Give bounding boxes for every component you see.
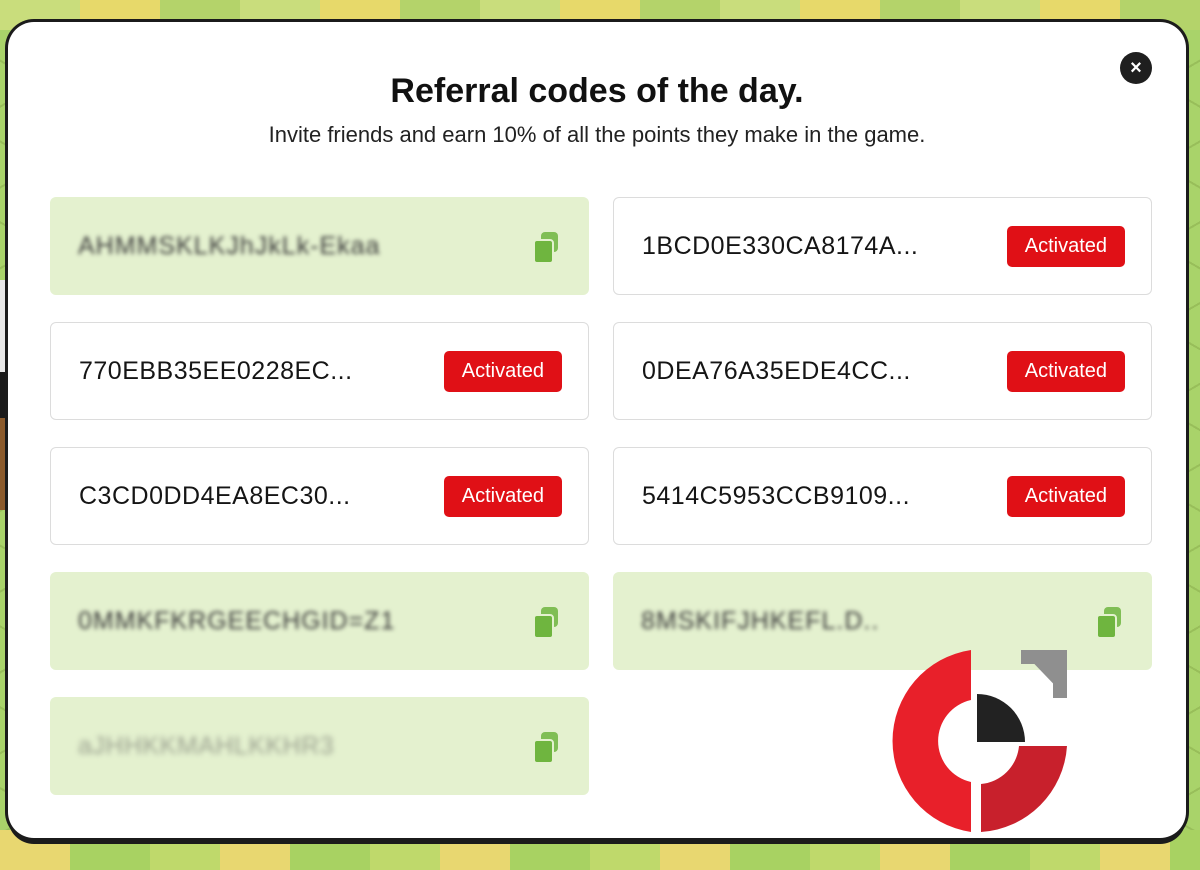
referral-code: 0DEA76A35EDE4CC... [642,356,911,385]
code-card-available[interactable]: aJHHKKMAHLKKHR3 [50,697,589,795]
code-card-activated: C3CD0DD4EA8EC30... Activated [50,447,589,545]
watermark-logo [892,650,1067,832]
activated-badge: Activated [443,475,562,517]
logo-dark-red-arc [981,746,1067,832]
activated-badge: Activated [1006,350,1125,392]
code-card-activated: 1BCD0E330CA8174A... Activated [613,197,1152,295]
activated-badge: Activated [1006,475,1125,517]
code-card-activated: 0DEA76A35EDE4CC... Activated [613,322,1152,420]
referral-code: 8MSKIFJHKEFL.D.. [641,606,880,635]
referral-code: C3CD0DD4EA8EC30... [79,481,351,510]
activated-badge: Activated [1006,225,1125,267]
referral-code: 1BCD0E330CA8174A... [642,231,919,260]
activated-badge: Activated [443,350,562,392]
code-card-activated: 5414C5953CCB9109... Activated [613,447,1152,545]
referral-code: aJHHKKMAHLKKHR3 [78,731,335,760]
logo-black-quarter [977,694,1025,742]
copy-icon[interactable] [533,732,559,764]
copy-icon[interactable] [1096,607,1122,639]
code-card-activated: 770EBB35EE0228EC... Activated [50,322,589,420]
copy-icon[interactable] [533,232,559,264]
referral-code: 5414C5953CCB9109... [642,481,911,510]
copy-icon[interactable] [533,607,559,639]
code-card-available[interactable]: 0MMKFKRGEECHGID=Z1 [50,572,589,670]
referral-code: 770EBB35EE0228EC... [79,356,353,385]
logo-red-arc [892,650,971,832]
modal-subtitle: Invite friends and earn 10% of all the p… [268,122,926,147]
referral-code: AHMMSKLKJhJkLk-Ekaa [78,231,381,260]
referral-code: 0MMKFKRGEECHGID=Z1 [78,606,396,635]
code-card-available[interactable]: AHMMSKLKJhJkLk-Ekaa [50,197,589,295]
modal-title: Referral codes of the day. [390,72,804,110]
